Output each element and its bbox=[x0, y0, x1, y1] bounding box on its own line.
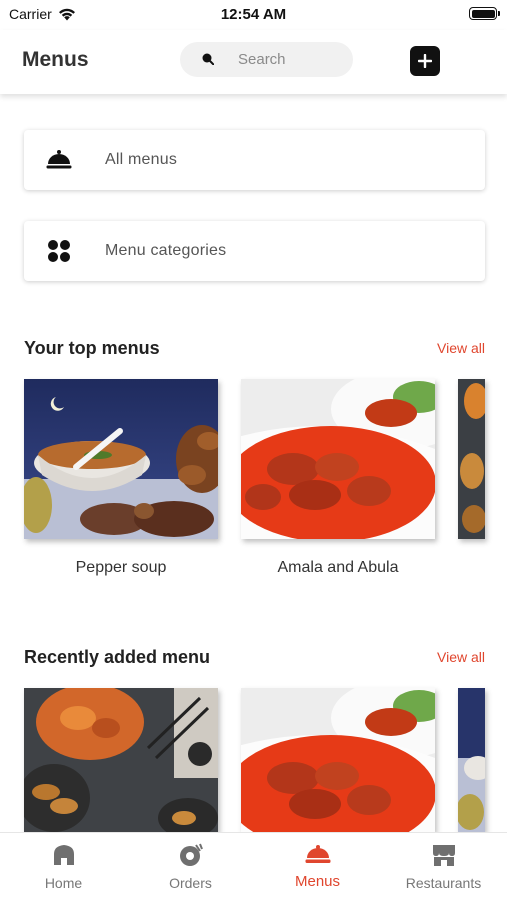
recent-menus-title: Recently added menu bbox=[24, 647, 211, 667]
top-menus-title: Your top menus bbox=[24, 338, 160, 358]
all-menus-label: All menus bbox=[105, 151, 178, 168]
search-icon bbox=[202, 53, 214, 65]
tab-menus-label: Menus bbox=[294, 873, 341, 890]
tab-restaurants-label: Restaurants bbox=[405, 875, 482, 891]
page-title: Menus bbox=[22, 48, 89, 71]
grid-icon bbox=[46, 239, 72, 263]
cloche-icon bbox=[305, 845, 330, 863]
tab-menus[interactable]: Menus bbox=[254, 833, 381, 900]
battery-icon bbox=[469, 7, 500, 20]
tab-restaurants[interactable]: Restaurants bbox=[380, 833, 507, 900]
menu-categories-label: Menu categories bbox=[105, 242, 227, 259]
tab-home-label: Home bbox=[44, 875, 83, 891]
search-box[interactable] bbox=[180, 42, 353, 77]
orders-icon bbox=[179, 843, 203, 866]
tab-orders-label: Orders bbox=[169, 875, 212, 891]
all-menus-card[interactable]: All menus bbox=[24, 130, 485, 190]
menu-image-partial[interactable] bbox=[458, 379, 485, 539]
plus-icon bbox=[418, 54, 432, 68]
tab-home[interactable]: Home bbox=[0, 833, 127, 900]
amala-and-abula-image[interactable] bbox=[241, 379, 435, 539]
tab-bar: Home Orders Menus Restaurants bbox=[0, 832, 507, 900]
header: Menus bbox=[0, 30, 507, 94]
search-input[interactable] bbox=[238, 42, 348, 77]
tab-orders[interactable]: Orders bbox=[127, 833, 254, 900]
recent-menu-image-2[interactable] bbox=[241, 688, 435, 832]
status-bar: Carrier 12:54 AM bbox=[0, 0, 507, 30]
cloche-icon bbox=[46, 148, 72, 172]
add-menu-button[interactable] bbox=[410, 46, 440, 76]
top-menus-view-all-link[interactable]: View all bbox=[437, 340, 485, 356]
status-time: 12:54 AM bbox=[220, 6, 287, 23]
pepper-soup-image[interactable] bbox=[24, 379, 218, 539]
store-icon bbox=[432, 845, 455, 866]
home-icon bbox=[53, 845, 74, 865]
amala-and-abula-label[interactable]: Amala and Abula bbox=[241, 559, 435, 577]
recent-menu-image-partial[interactable] bbox=[458, 688, 485, 832]
recent-menu-image-1[interactable] bbox=[24, 688, 218, 832]
pepper-soup-label[interactable]: Pepper soup bbox=[24, 559, 218, 577]
menu-categories-card[interactable]: Menu categories bbox=[24, 221, 485, 281]
recent-menus-view-all-link[interactable]: View all bbox=[437, 649, 485, 665]
